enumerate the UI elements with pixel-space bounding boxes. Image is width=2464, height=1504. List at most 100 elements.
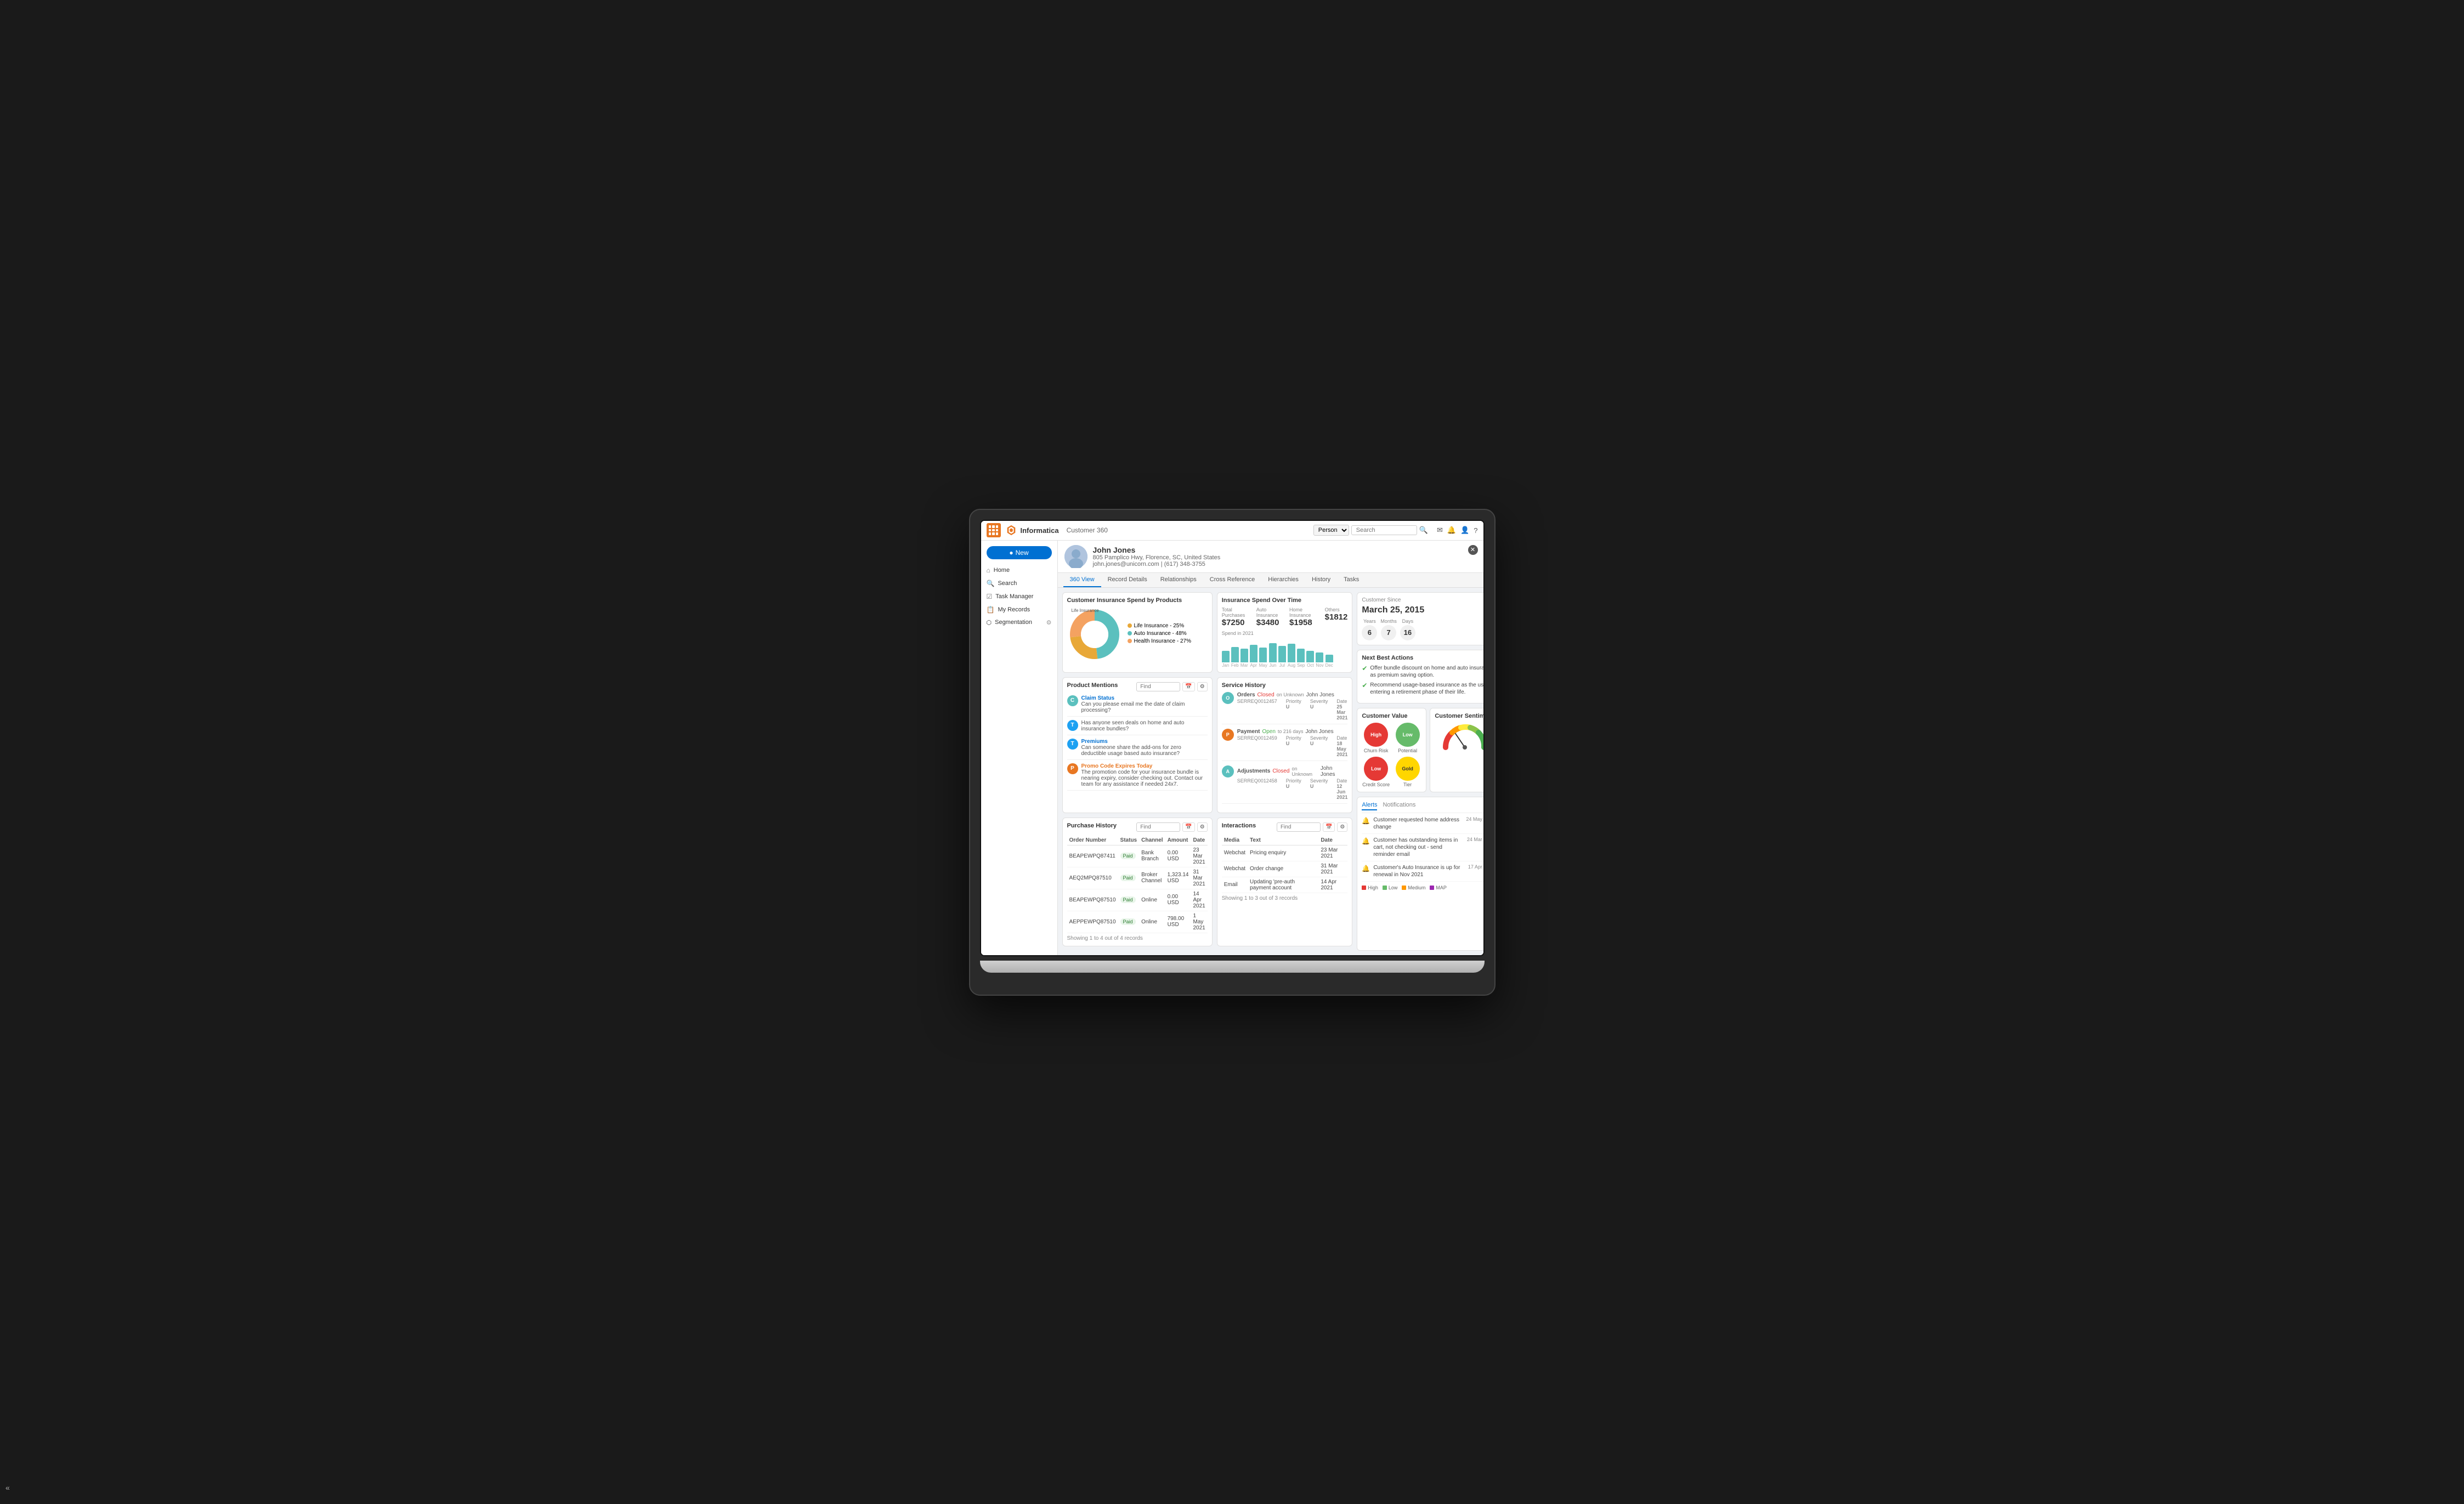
- customer-since-date: March 25, 2015: [1362, 605, 1483, 615]
- legend-low: Low: [1383, 885, 1398, 890]
- itext-0: Pricing enquiry: [1248, 845, 1318, 861]
- app-grid-icon[interactable]: [987, 523, 1001, 537]
- tab-alerts[interactable]: Alerts: [1362, 802, 1377, 810]
- sidebar-item-home[interactable]: ⌂ Home: [981, 564, 1057, 577]
- life-ins-label: Life Insurance: [1072, 608, 1099, 613]
- purchase-settings-btn[interactable]: ⚙: [1197, 822, 1208, 832]
- bar-Nov: [1316, 652, 1323, 662]
- mention-text-0: Claim Status Can you please email me the…: [1081, 695, 1208, 713]
- purchase-footer: Showing 1 to 4 out of 4 records: [1067, 935, 1208, 941]
- spend-auto: Auto Insurance $3480: [1256, 607, 1283, 627]
- tab-tasks[interactable]: Tasks: [1337, 573, 1366, 587]
- email-icon[interactable]: ✉: [1437, 526, 1443, 535]
- legend-health: Health Insurance - 27%: [1128, 638, 1192, 644]
- check-icon-0: ✔: [1362, 665, 1367, 679]
- sidebar-item-search[interactable]: 🔍 Search: [981, 577, 1057, 590]
- interactions-calendar-btn[interactable]: 📅: [1323, 822, 1335, 832]
- mentions-calendar-btn[interactable]: 📅: [1182, 682, 1194, 691]
- help-icon[interactable]: ?: [1474, 526, 1477, 535]
- interactions-settings-btn[interactable]: ⚙: [1337, 822, 1347, 832]
- date-1: 31 Mar 2021: [1191, 867, 1208, 889]
- bar-Oct: [1306, 651, 1314, 662]
- close-button[interactable]: ✕: [1468, 545, 1478, 555]
- channel-3: Online: [1139, 911, 1165, 933]
- tab-hierarchies[interactable]: Hierarchies: [1261, 573, 1305, 587]
- person-select[interactable]: Person: [1313, 525, 1349, 536]
- tab-recorddetails[interactable]: Record Details: [1101, 573, 1154, 587]
- purchase-history-card: Purchase History 📅 ⚙ Order Number: [1062, 818, 1213, 946]
- media-0: Webchat: [1222, 845, 1248, 861]
- purchase-table: Order Number Status Channel Amount Date …: [1067, 836, 1208, 933]
- service-item-2: A Adjustments Closed on Unknown John Jon…: [1222, 765, 1348, 804]
- mention-2: T Premiums Can someone share the add-ons…: [1067, 739, 1208, 760]
- col-media: Media: [1222, 836, 1248, 845]
- sidebar-label-segmentation: Segmentation: [995, 619, 1032, 626]
- dashboard-grid: Customer Insurance Spend by Products: [1058, 588, 1483, 955]
- notification-icon[interactable]: 🔔: [1447, 526, 1456, 535]
- bar-col-Jun: Jun: [1269, 643, 1277, 668]
- purchase-row-2: BEAPEWPQ87510 Paid Online 0.00 USD 14 Ap…: [1067, 889, 1208, 911]
- tab-relationships[interactable]: Relationships: [1154, 573, 1203, 587]
- spend-total-purchases: Total Purchases $7250: [1222, 607, 1250, 627]
- alerts-card: Alerts Notifications 🔔 Customer requeste…: [1357, 797, 1483, 951]
- logo-text: Informatica: [1021, 526, 1059, 535]
- purchase-header: Purchase History 📅 ⚙: [1067, 822, 1208, 832]
- purchase-find[interactable]: [1136, 822, 1180, 832]
- alert-icon-0: 🔔: [1362, 817, 1370, 825]
- search-input[interactable]: [1351, 525, 1417, 535]
- check-icon-1: ✔: [1362, 682, 1367, 696]
- tab-history[interactable]: History: [1305, 573, 1337, 587]
- counter-months: Months 7: [1380, 618, 1397, 640]
- bar-label-Apr: Apr: [1250, 663, 1257, 668]
- bar-label-Sep: Sep: [1297, 663, 1305, 668]
- gauge-potential: Low Potential: [1394, 723, 1422, 753]
- sidebar-item-taskmanager[interactable]: ☑ Task Manager: [981, 590, 1057, 603]
- informatica-logo: [1005, 524, 1017, 536]
- tab-notifications[interactable]: Notifications: [1383, 802, 1415, 810]
- gauge-credit: Low Credit Score: [1362, 757, 1390, 787]
- search-button[interactable]: 🔍: [1419, 526, 1428, 535]
- main-layout: ● New ⌂ Home 🔍 Search ☑ Task Manager 📋: [981, 541, 1483, 955]
- service-detail-2: Adjustments Closed on Unknown John Jones…: [1237, 765, 1348, 800]
- purchase-calendar-btn[interactable]: 📅: [1182, 822, 1194, 832]
- sidebar: ● New ⌂ Home 🔍 Search ☑ Task Manager 📋: [981, 541, 1058, 955]
- mentions-find[interactable]: [1136, 682, 1180, 691]
- user-icon[interactable]: 👤: [1460, 526, 1469, 535]
- date-0: 23 Mar 2021: [1191, 845, 1208, 867]
- bar-chart: Jan Feb Mar Apr May Jun Jul Aug Sep Oct …: [1222, 638, 1348, 668]
- legend-high-label: High: [1368, 885, 1378, 890]
- mention-icon-3: P: [1067, 763, 1078, 774]
- mention-icon-0: C: [1067, 695, 1078, 706]
- bar-label-Feb: Feb: [1231, 663, 1239, 668]
- spend-others: Others $1812: [1325, 607, 1348, 627]
- legend-map-label: MAP: [1436, 885, 1447, 890]
- date-3: 1 May 2021: [1191, 911, 1208, 933]
- interactions-find[interactable]: [1277, 822, 1321, 832]
- bar-col-May: May: [1259, 648, 1267, 668]
- mentions-settings-btn[interactable]: ⚙: [1197, 682, 1208, 691]
- insurance-spend-card: Customer Insurance Spend by Products: [1062, 592, 1213, 673]
- potential-label: Potential: [1398, 748, 1417, 753]
- tab-crossreference[interactable]: Cross Reference: [1203, 573, 1262, 587]
- content-area: John Jones 805 Pamplico Hwy, Florence, S…: [1058, 541, 1483, 955]
- credit-circle: Low: [1364, 757, 1388, 781]
- alert-icon-1: 🔔: [1362, 837, 1370, 845]
- interactions-header: Interactions 📅 ⚙: [1222, 822, 1348, 832]
- gauge-tier: Gold Tier: [1394, 757, 1422, 787]
- nba-item-0: ✔ Offer bundle discount on home and auto…: [1362, 665, 1483, 679]
- purchase-row-1: AEQ2MPQ87510 Paid Broker Channel 1,323.1…: [1067, 867, 1208, 889]
- new-button[interactable]: ● New: [987, 546, 1052, 559]
- records-icon: 📋: [987, 606, 995, 614]
- tab-360view[interactable]: 360 View: [1063, 573, 1101, 587]
- sidebar-item-segmentation[interactable]: ⬡ Segmentation ⚙: [981, 616, 1057, 629]
- service-item-0: O Orders Closed on Unknown John Jones SE…: [1222, 692, 1348, 724]
- idate-0: 23 Mar 2021: [1318, 845, 1347, 861]
- legend-auto-label: Auto Insurance - 48%: [1134, 631, 1187, 637]
- sidebar-label-myrecords: My Records: [998, 606, 1030, 613]
- customer-value-card: Customer Value High Churn Risk: [1357, 708, 1426, 792]
- settings-gear-icon[interactable]: ⚙: [1046, 619, 1052, 626]
- home-icon: ⌂: [987, 566, 990, 574]
- sidebar-item-myrecords[interactable]: 📋 My Records: [981, 603, 1057, 616]
- bar-label-Jul: Jul: [1279, 663, 1285, 668]
- sd-meta-0: SERREQ0012457 Priority U Severity U Date…: [1237, 699, 1348, 720]
